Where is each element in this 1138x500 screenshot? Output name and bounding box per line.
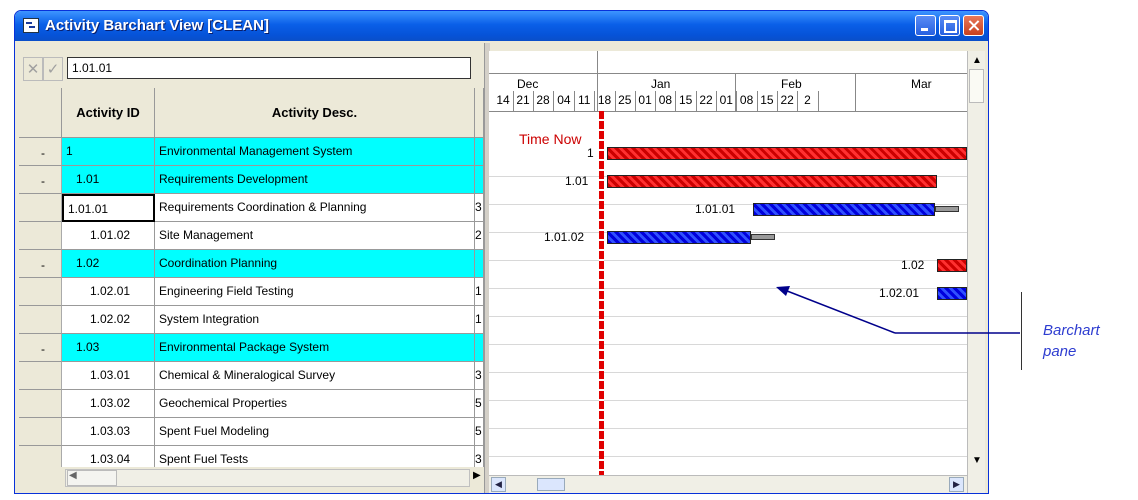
annotation-bracket: [1021, 292, 1022, 370]
annotation-arrow: [776, 286, 1020, 334]
annotation-text: Barchart pane: [1043, 320, 1100, 362]
annotation-line: Barchart: [1043, 322, 1100, 339]
annotation-line: pane: [1043, 343, 1077, 360]
